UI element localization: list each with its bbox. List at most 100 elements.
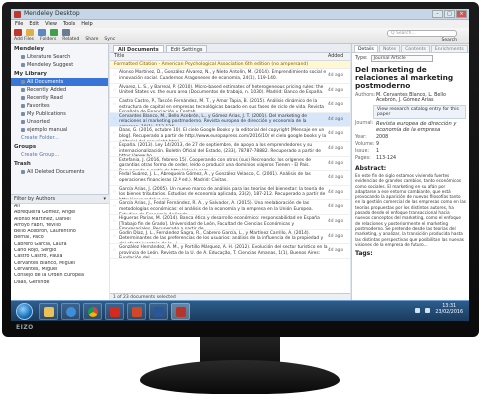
- row-added: 4d ago: [328, 160, 344, 166]
- toolbar-label-sync[interactable]: Sync: [104, 37, 115, 42]
- share-icon[interactable]: [50, 29, 58, 36]
- maximize-button[interactable]: □: [444, 10, 455, 18]
- sidebar-item-recently-added[interactable]: Recently Added: [11, 86, 108, 94]
- star-icon[interactable]: ☆: [110, 142, 119, 156]
- taskbar-media[interactable]: [61, 303, 80, 320]
- menu-help[interactable]: Help: [81, 20, 92, 28]
- menu-file[interactable]: File: [15, 20, 23, 28]
- sidebar-item-all-deleted[interactable]: All Deleted Documents: [11, 168, 108, 176]
- sidebar-item-label: ejemplo manual: [27, 127, 68, 133]
- type-select[interactable]: Journal Article: [370, 55, 433, 62]
- star-icon[interactable]: ☆: [110, 215, 119, 229]
- tab-all-documents[interactable]: All Documents: [113, 45, 164, 53]
- tab-notes[interactable]: Notes: [378, 45, 401, 52]
- type-label: Type:: [355, 56, 368, 61]
- star-icon[interactable]: ☆: [110, 171, 119, 185]
- tab-edit-settings[interactable]: Edit Settings: [165, 45, 208, 53]
- toolbar-label-add-files[interactable]: Add Files: [14, 37, 34, 42]
- add-files-icon[interactable]: [14, 29, 22, 36]
- abstract-text[interactable]: En este fin de siglo estamos viviendo fu…: [352, 173, 469, 247]
- star-icon[interactable]: ☆: [110, 244, 119, 258]
- sidebar-item-all-documents[interactable]: All Documents: [11, 78, 108, 86]
- related-icon[interactable]: [38, 29, 46, 36]
- star-icon[interactable]: ☆: [110, 186, 119, 200]
- folder-icon[interactable]: [26, 29, 34, 36]
- chrome-icon: [87, 306, 98, 317]
- column-title[interactable]: Title: [110, 54, 328, 59]
- table-row[interactable]: ☆ Fedal Suárez, J. L., Abrequeira Gómez, …: [110, 171, 350, 186]
- network-icon[interactable]: [415, 307, 421, 313]
- toolbar-label-related[interactable]: Related: [62, 37, 79, 42]
- sidebar-item-mendeley-suggest[interactable]: Mendeley Suggest: [11, 61, 108, 69]
- search-input[interactable]: Q Search...: [387, 30, 457, 37]
- toolbar-label-folders[interactable]: Folders: [40, 37, 56, 42]
- sidebar-item-create-group[interactable]: Create Group...: [11, 151, 108, 159]
- column-added[interactable]: Added: [328, 54, 350, 59]
- table-row[interactable]: ☆ García Arias, J. (2005). Un nuevo marco…: [110, 186, 350, 201]
- clock[interactable]: 13:31 23/02/2016: [435, 304, 463, 316]
- filter-item[interactable]: Daas, Gerlinde: [11, 280, 109, 286]
- column-header: Title Added: [110, 53, 350, 61]
- start-button[interactable]: [16, 303, 33, 320]
- star-icon[interactable]: ☆: [110, 230, 119, 244]
- table-row[interactable]: ☆ Cervantes Blanco, M., Bello Acebrón, L.…: [110, 112, 350, 128]
- taskbar-mendeley[interactable]: [171, 303, 190, 320]
- table-row[interactable]: ☆ Alonso Martínez, D., González Álvarez, …: [110, 69, 350, 84]
- menu-tools[interactable]: Tools: [63, 20, 75, 28]
- table-row[interactable]: ☆ Daas, G. (2016, octubre 10). El cielo G…: [110, 127, 350, 142]
- journal-value[interactable]: Revista europea de dirección y economía …: [376, 121, 466, 133]
- catalog-entry-button[interactable]: View research catalog entry for this pap…: [373, 105, 466, 119]
- sidebar-item-create-folder[interactable]: Create Folder...: [11, 134, 108, 142]
- taskbar-word[interactable]: [149, 303, 168, 320]
- taskbar-powerpoint[interactable]: [127, 303, 146, 320]
- sidebar-item-favorites[interactable]: Favorites: [11, 102, 108, 110]
- sync-icon[interactable]: [62, 29, 70, 36]
- close-button[interactable]: ×: [456, 10, 467, 18]
- document-title[interactable]: Del marketing de relaciones al marketing…: [352, 64, 469, 92]
- toolbar-label-share[interactable]: Share: [85, 37, 98, 42]
- chevron-down-icon[interactable]: ▾: [103, 196, 106, 202]
- sidebar-item-ejemplo-manual[interactable]: ejemplo manual: [11, 126, 108, 134]
- sidebar-item-recently-read[interactable]: Recently Read: [11, 94, 108, 102]
- menu-view[interactable]: View: [45, 20, 57, 28]
- filter-label[interactable]: Filter by Authors: [14, 196, 55, 202]
- menu-edit[interactable]: Edit: [29, 20, 39, 28]
- table-row[interactable]: ☆ España. (2013). Ley 14/2013, de 27 de s…: [110, 142, 350, 157]
- taskbar-acrobat[interactable]: [105, 303, 124, 320]
- table-row[interactable]: ☆ Estefania, J. (2016, febrero 15). Coope…: [110, 157, 350, 172]
- tab-contents[interactable]: Contents: [401, 45, 430, 52]
- row-citation: Estefania, J. (2016, febrero 15). Cooper…: [119, 157, 311, 171]
- star-icon[interactable]: ☆: [110, 113, 119, 127]
- powerpoint-icon: [131, 306, 142, 317]
- star-icon[interactable]: ☆: [110, 127, 119, 141]
- formatted-citation-bar[interactable]: Formatted Citation - American Psychologi…: [110, 61, 350, 69]
- table-row[interactable]: ☆ González Hernández, A. M., y Portillo M…: [110, 244, 350, 259]
- volume-icon[interactable]: [425, 307, 431, 313]
- taskbar-chrome[interactable]: [83, 303, 102, 320]
- table-row[interactable]: ☆ García Arias, J., Fedal Fernández, R. A…: [110, 200, 350, 215]
- taskbar: 13:31 23/02/2016: [11, 300, 469, 321]
- table-row[interactable]: ☆ Higueras Parias, M. (2014). Banca ética…: [110, 215, 350, 230]
- authors-value[interactable]: M. Cervantes Blanco, L. Bello Acebrón, J…: [376, 93, 466, 103]
- table-row[interactable]: ☆ Castro Castro, P., Tascón Fernández, M.…: [110, 98, 350, 113]
- sidebar-item-literature-search[interactable]: Literature Search: [11, 53, 108, 61]
- pages-value[interactable]: 113-124: [376, 156, 466, 161]
- row-added: 4d ago: [328, 233, 344, 239]
- tab-details[interactable]: Details: [354, 45, 378, 52]
- table-row[interactable]: ☆ Álvarez, L. S., y Barreal, P. (2010). M…: [110, 84, 350, 99]
- star-icon[interactable]: ☆: [110, 84, 119, 98]
- minimize-button[interactable]: –: [432, 10, 443, 18]
- volume-value[interactable]: 9: [376, 142, 466, 147]
- star-icon[interactable]: ☆: [110, 98, 119, 112]
- star-icon[interactable]: ☆: [110, 200, 119, 214]
- year-value[interactable]: 2008: [376, 135, 466, 140]
- star-icon[interactable]: ☆: [110, 157, 119, 171]
- tab-enrichments[interactable]: Enrichments: [430, 45, 468, 52]
- taskbar-explorer[interactable]: [39, 303, 58, 320]
- star-icon[interactable]: ☆: [110, 69, 119, 83]
- table-row[interactable]: ☆ Godín Díaz, J. L., Fernández Sagra, R.,…: [110, 230, 350, 245]
- media-player-icon: [65, 306, 76, 317]
- sidebar-item-my-publications[interactable]: My Publications: [11, 110, 108, 118]
- issue-value[interactable]: 1: [376, 149, 466, 154]
- sidebar-item-unsorted[interactable]: Unsorted: [11, 118, 108, 126]
